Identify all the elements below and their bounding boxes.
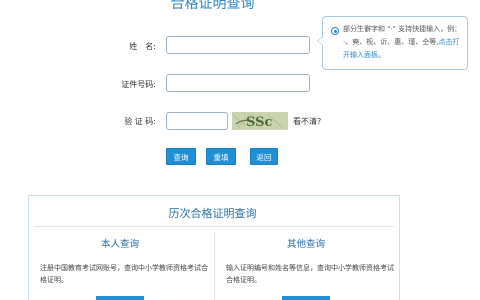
input-hint-popup: 部分生僻字和 "·" 支持快捷输入，例：·、奭、枧、䜣、惠、瑾、仝等,点击打开输…	[317, 16, 468, 70]
captcha-label: 验 证 码:	[124, 117, 156, 126]
other-query-button[interactable]	[282, 296, 330, 300]
self-query-title: 本人查询	[100, 239, 139, 250]
self-query-description: 注册中国教育考试网账号，查询中小学教师资格考试合格证明。	[40, 264, 208, 284]
hint-arrow	[317, 36, 323, 46]
id-number-input[interactable]	[166, 74, 310, 92]
page-title: 合格证明查询	[170, 0, 255, 12]
hint-text: 部分生僻字和 "·" 支持快捷输入，例：·、奭、枧、䜣、惠、瑾、仝等,点击打开输…	[343, 23, 465, 62]
self-query-button[interactable]	[96, 296, 144, 300]
query-button[interactable]: 查询	[166, 148, 196, 165]
captcha-image[interactable]: SSc	[232, 112, 288, 130]
hint-radio-icon	[331, 27, 339, 35]
other-query-description: 输入证明编号和姓名等信息，查询中小学教师资格考试合格证明。	[226, 264, 394, 284]
other-query-title: 其他查询	[286, 239, 325, 250]
history-title: 历次合格证明查询	[168, 207, 257, 220]
column-divider	[214, 232, 215, 300]
captcha-text: SSc	[246, 115, 272, 130]
captcha-input[interactable]	[166, 112, 228, 130]
id-number-label: 证件号码:	[121, 80, 156, 89]
name-input[interactable]	[166, 36, 310, 54]
captcha-refresh-link[interactable]: 看不清?	[293, 116, 321, 127]
reset-button[interactable]: 重填	[206, 148, 236, 165]
name-label: 姓 名:	[129, 42, 156, 51]
back-button[interactable]: 返回	[250, 148, 278, 165]
history-divider	[34, 226, 394, 227]
